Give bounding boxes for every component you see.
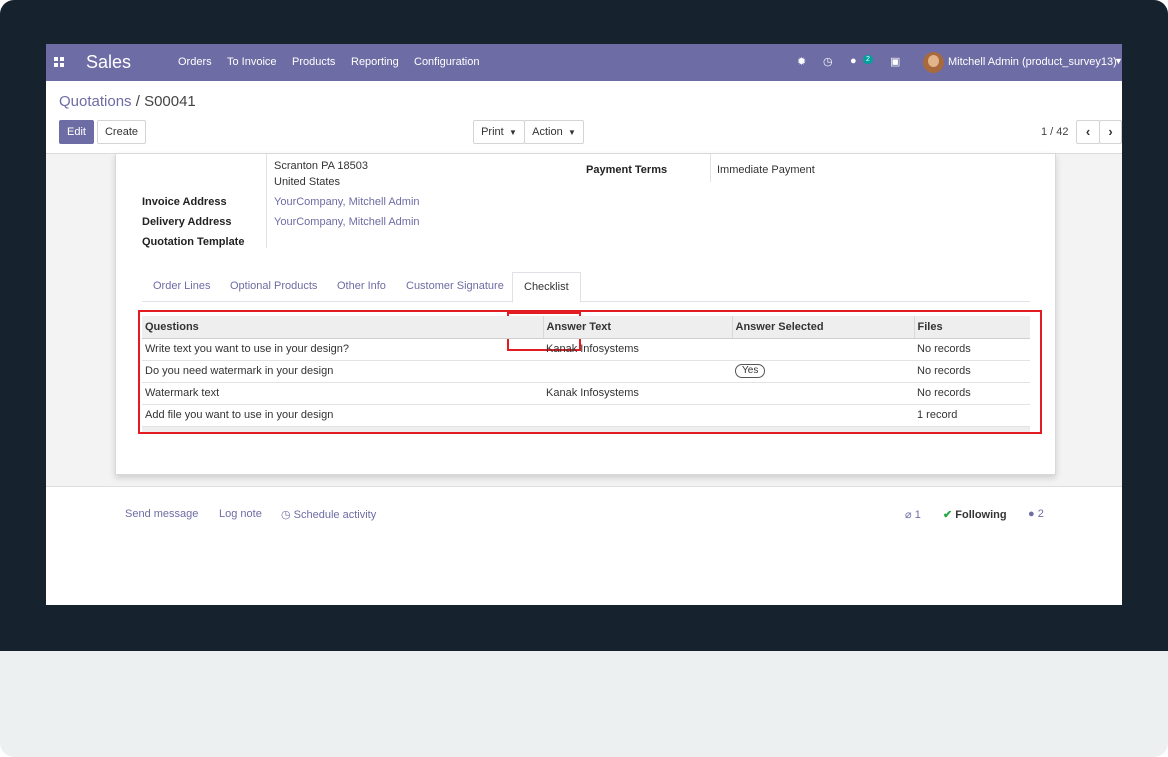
gift-icon[interactable]: ▣ — [890, 55, 900, 68]
send-message-button[interactable]: Send message — [125, 508, 198, 520]
tab-optional-products[interactable]: Optional Products — [230, 280, 317, 292]
attachments-count: 1 — [914, 509, 921, 521]
action-button[interactable]: Action ▼ — [524, 120, 584, 144]
breadcrumb-current: S00041 — [144, 93, 196, 110]
edit-button[interactable]: Edit — [59, 120, 94, 144]
app-title[interactable]: Sales — [86, 52, 131, 73]
chat-icon[interactable]: ● — [850, 55, 857, 67]
tab-customer-signature[interactable]: Customer Signature — [406, 280, 504, 292]
quotation-template-label: Quotation Template — [142, 236, 245, 248]
paperclip-icon: ⌀ — [905, 509, 912, 521]
payment-terms-value[interactable]: Immediate Payment — [717, 164, 815, 176]
breadcrumb-quotations[interactable]: Quotations — [59, 93, 132, 110]
pager-previous-button[interactable]: ‹ — [1076, 120, 1100, 144]
attachments-button[interactable]: ⌀ 1 — [905, 508, 921, 521]
menu-orders[interactable]: Orders — [178, 56, 212, 68]
chevron-down-icon[interactable]: ▼ — [1114, 56, 1122, 66]
address-line-2: United States — [274, 176, 341, 188]
user-icon: ● — [1028, 508, 1035, 520]
form-sheet: Scranton PA 18503 United States Invoice … — [115, 153, 1056, 475]
pager-value[interactable]: 1 / 42 — [1041, 126, 1069, 138]
field-divider — [710, 154, 711, 182]
caret-down-icon: ▼ — [506, 128, 517, 137]
following-button[interactable]: ✔ Following — [943, 508, 1007, 521]
user-menu[interactable]: Mitchell Admin (product_survey13) — [948, 56, 1117, 68]
action-label: Action — [532, 126, 563, 138]
check-icon: ✔ — [943, 509, 953, 521]
app-screen: Sales Orders To Invoice Products Reporti… — [46, 44, 1122, 605]
highlight-checklist-table — [138, 310, 1042, 434]
schedule-activity-label: Schedule activity — [293, 509, 377, 521]
print-button[interactable]: Print ▼ — [473, 120, 525, 144]
pager-next-button[interactable]: › — [1099, 120, 1122, 144]
log-note-button[interactable]: Log note — [219, 508, 262, 520]
delivery-address-link[interactable]: YourCompany, Mitchell Admin — [274, 216, 420, 228]
field-divider — [266, 154, 267, 248]
monitor-stand — [0, 651, 1168, 757]
invoice-address-link[interactable]: YourCompany, Mitchell Admin — [274, 196, 420, 208]
print-label: Print — [481, 126, 504, 138]
tab-checklist[interactable]: Checklist — [512, 272, 581, 303]
address-line-1: Scranton PA 18503 — [274, 160, 368, 172]
caret-down-icon: ▼ — [565, 128, 576, 137]
tab-other-info[interactable]: Other Info — [337, 280, 386, 292]
invoice-address-label: Invoice Address — [142, 196, 227, 208]
chatter-divider — [46, 486, 1122, 487]
followers-button[interactable]: ● 2 — [1028, 508, 1044, 520]
clock-icon: ◷ — [281, 509, 291, 521]
clock-icon[interactable]: ◷ — [823, 55, 833, 68]
avatar[interactable] — [923, 52, 944, 73]
menu-to-invoice[interactable]: To Invoice — [227, 56, 277, 68]
payment-terms-label: Payment Terms — [586, 164, 668, 176]
menu-configuration[interactable]: Configuration — [414, 56, 479, 68]
delivery-address-label: Delivery Address — [142, 216, 232, 228]
breadcrumb-separator: / — [135, 93, 140, 110]
menu-reporting[interactable]: Reporting — [351, 56, 399, 68]
notebook-tabs: Order Lines Optional Products Other Info… — [142, 272, 1030, 303]
monitor-frame: Sales Orders To Invoice Products Reporti… — [0, 0, 1168, 757]
create-button[interactable]: Create — [97, 120, 146, 144]
top-navbar: Sales Orders To Invoice Products Reporti… — [46, 44, 1122, 81]
breadcrumb: Quotations / S00041 — [59, 93, 196, 110]
apps-menu-icon[interactable] — [54, 57, 65, 68]
following-label: Following — [955, 509, 1007, 521]
messages-badge: 2 — [863, 55, 873, 64]
followers-count: 2 — [1037, 508, 1044, 520]
bug-icon[interactable]: ✹ — [797, 55, 806, 68]
schedule-activity-button[interactable]: ◷ Schedule activity — [281, 508, 376, 521]
tab-order-lines[interactable]: Order Lines — [153, 280, 210, 292]
menu-products[interactable]: Products — [292, 56, 335, 68]
